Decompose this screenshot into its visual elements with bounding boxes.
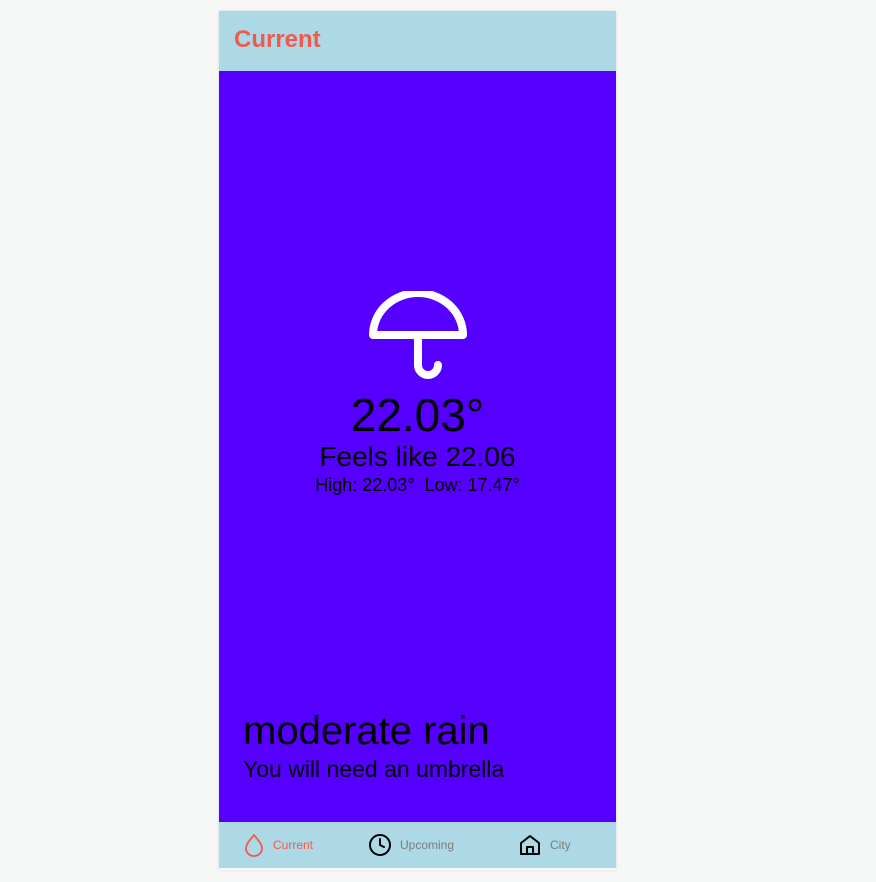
header-bar: Current (219, 11, 616, 71)
tab-current-label: Current (273, 838, 314, 852)
tab-current[interactable]: Current (243, 822, 313, 868)
weather-advice: You will need an umbrella (243, 756, 505, 782)
bottom-tab-bar: Current Upcoming City (219, 822, 616, 868)
current-weather-panel: 22.03° Feels like 22.06 High: 22.03° Low… (219, 71, 616, 822)
page-title: Current (234, 26, 321, 53)
clock-icon (369, 834, 391, 856)
tab-upcoming[interactable]: Upcoming (368, 822, 454, 868)
tab-city[interactable]: City (518, 822, 571, 868)
bottom-divider (219, 868, 616, 870)
tab-upcoming-label: Upcoming (400, 838, 455, 852)
feels-like: Feels like 22.06 (319, 441, 516, 472)
temperature: 22.03° (350, 389, 485, 441)
weather-description: moderate rain (243, 709, 490, 753)
tab-city-label: City (550, 838, 571, 852)
home-icon (520, 835, 540, 855)
umbrella-icon (369, 291, 467, 379)
high-low: High: 22.03° Low: 17.47° (315, 475, 520, 495)
droplet-icon (245, 834, 263, 857)
app-screen: Current 22.03° Feels like 22.06 High: 22… (219, 11, 616, 870)
